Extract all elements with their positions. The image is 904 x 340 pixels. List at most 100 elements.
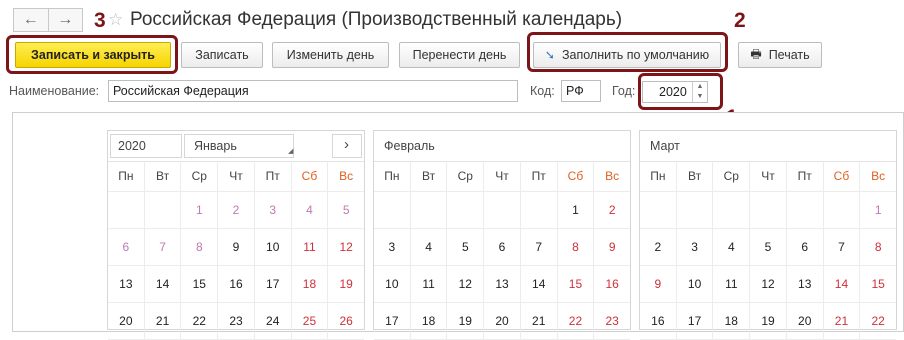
day-cell[interactable]: 19 [750,303,787,339]
day-cell[interactable]: 10 [677,266,714,302]
day-cell[interactable]: 26 [328,303,364,339]
day-cell[interactable]: 11 [411,266,448,302]
weekday-header-row: Пн Вт Ср Чт Пт Сб Вс [374,161,630,192]
day-cell[interactable]: 5 [447,229,485,265]
day-cell[interactable]: 3 [677,229,714,265]
week-row: 12345 [108,192,364,229]
day-cell[interactable]: 13 [787,266,824,302]
day-cell[interactable]: 18 [713,303,751,339]
day-cell[interactable]: 23 [218,303,255,339]
back-arrow-icon[interactable]: ← [13,8,49,32]
day-cell[interactable]: 9 [594,229,630,265]
day-cell[interactable]: 11 [292,229,329,265]
day-cell[interactable]: 2 [218,192,255,228]
day-cell[interactable]: 15 [181,266,219,302]
day-cell[interactable]: 7 [824,229,861,265]
weekday-label: Пт [787,161,824,191]
week-row: 9 10 11 12 13 14 15 [640,266,896,303]
day-cell[interactable]: 12 [750,266,787,302]
print-button[interactable]: 🖶 Печать [738,42,822,68]
day-cell[interactable]: 10 [374,266,411,302]
favorite-star-icon[interactable]: ☆ [108,10,123,30]
day-cell[interactable]: 14 [145,266,182,302]
day-cell[interactable]: 8 [860,229,896,265]
month-january: 2020 Январь ◢ › Пн Вт Ср Чт Пт Сб Вс 1 2 3 4 5 6 7 8 9 1… [107,130,365,340]
day-cell[interactable]: 10 [255,229,292,265]
day-cell[interactable]: 16 [640,303,677,339]
day-cell[interactable]: 21 [145,303,182,339]
day-cell[interactable]: 6 [108,229,145,265]
change-day-button[interactable]: Изменить день [272,42,389,68]
day-cell[interactable]: 4 [713,229,751,265]
day-cell[interactable]: 15 [558,266,595,302]
day-cell[interactable]: 19 [447,303,485,339]
week-row: 2345678 [640,229,896,266]
day-cell[interactable]: 14 [521,266,558,302]
day-cell[interactable]: 5 [750,229,787,265]
weekday-label: Чт [484,161,521,191]
day-cell[interactable]: 12 [328,229,364,265]
week-row: 6 7 8 9 10 11 12 [108,229,364,266]
day-cell[interactable]: 13 [484,266,521,302]
day-cell[interactable]: 2 [640,229,677,265]
day-cell[interactable]: 21 [824,303,861,339]
day-cell[interactable]: 19 [328,266,364,302]
day-cell[interactable]: 1 [860,192,896,228]
empty-day-cell [640,192,677,228]
day-cell[interactable]: 17 [255,266,292,302]
month-header: 2020 Январь ◢ › [108,131,364,162]
forward-arrow-icon[interactable]: → [48,8,83,32]
day-cell[interactable]: 17 [374,303,411,339]
month-grid: Пн Вт Ср Чт Пт Сб Вс 1 2 3 4 5 6 7 8 9 10 11 12 13 14 15 16 17 1… [374,161,630,340]
day-cell[interactable]: 1 [181,192,219,228]
day-cell[interactable]: 6 [484,229,521,265]
save-button[interactable]: Записать [181,42,263,68]
day-cell[interactable]: 20 [484,303,521,339]
code-field[interactable] [561,80,601,102]
day-cell[interactable]: 6 [787,229,824,265]
day-cell[interactable]: 20 [787,303,824,339]
day-cell[interactable]: 1 [558,192,595,228]
day-cell[interactable]: 20 [108,303,145,339]
week-row: 16 17 18 19 20 21 22 [640,303,896,340]
day-cell[interactable]: 12 [447,266,485,302]
day-cell[interactable]: 22 [860,303,896,339]
day-cell[interactable]: 7 [145,229,182,265]
day-cell[interactable]: 13 [108,266,145,302]
day-cell[interactable]: 16 [218,266,255,302]
day-cell[interactable]: 14 [824,266,861,302]
day-cell[interactable]: 21 [521,303,558,339]
day-cell[interactable]: 7 [521,229,558,265]
day-cell[interactable]: 4 [411,229,448,265]
day-cell[interactable]: 3 [374,229,411,265]
day-cell[interactable]: 5 [328,192,364,228]
weekday-label: Вс [605,169,620,183]
day-cell[interactable]: 17 [677,303,714,339]
day-cell[interactable]: 11 [713,266,751,302]
week-row: 1 [640,192,896,229]
day-cell[interactable]: 16 [594,266,630,302]
day-cell[interactable]: 8 [558,229,595,265]
day-cell[interactable]: 3 [255,192,292,228]
day-cell[interactable]: 9 [218,229,255,265]
empty-day-cell [787,192,824,228]
day-cell[interactable]: 24 [255,303,292,339]
day-cell[interactable]: 15 [860,266,896,302]
month-header: Март [640,131,896,162]
day-cell[interactable]: 25 [292,303,329,339]
day-cell[interactable]: 23 [594,303,630,339]
day-cell[interactable]: 4 [292,192,329,228]
day-cell[interactable]: 18 [292,266,329,302]
move-day-button[interactable]: Перенести день [399,42,520,68]
name-field[interactable] [108,80,518,102]
day-cell[interactable]: 8 [181,229,219,265]
weekday-label: Вт [411,161,448,191]
day-cell[interactable]: 22 [181,303,219,339]
day-cell[interactable]: 9 [640,266,677,302]
month-header: Февраль [374,131,630,162]
day-cell[interactable]: 22 [558,303,595,339]
day-cell[interactable]: 2 [594,192,630,228]
weekday-label: Чт [750,161,787,191]
month-header-year: 2020 [118,139,146,153]
day-cell[interactable]: 18 [411,303,448,339]
